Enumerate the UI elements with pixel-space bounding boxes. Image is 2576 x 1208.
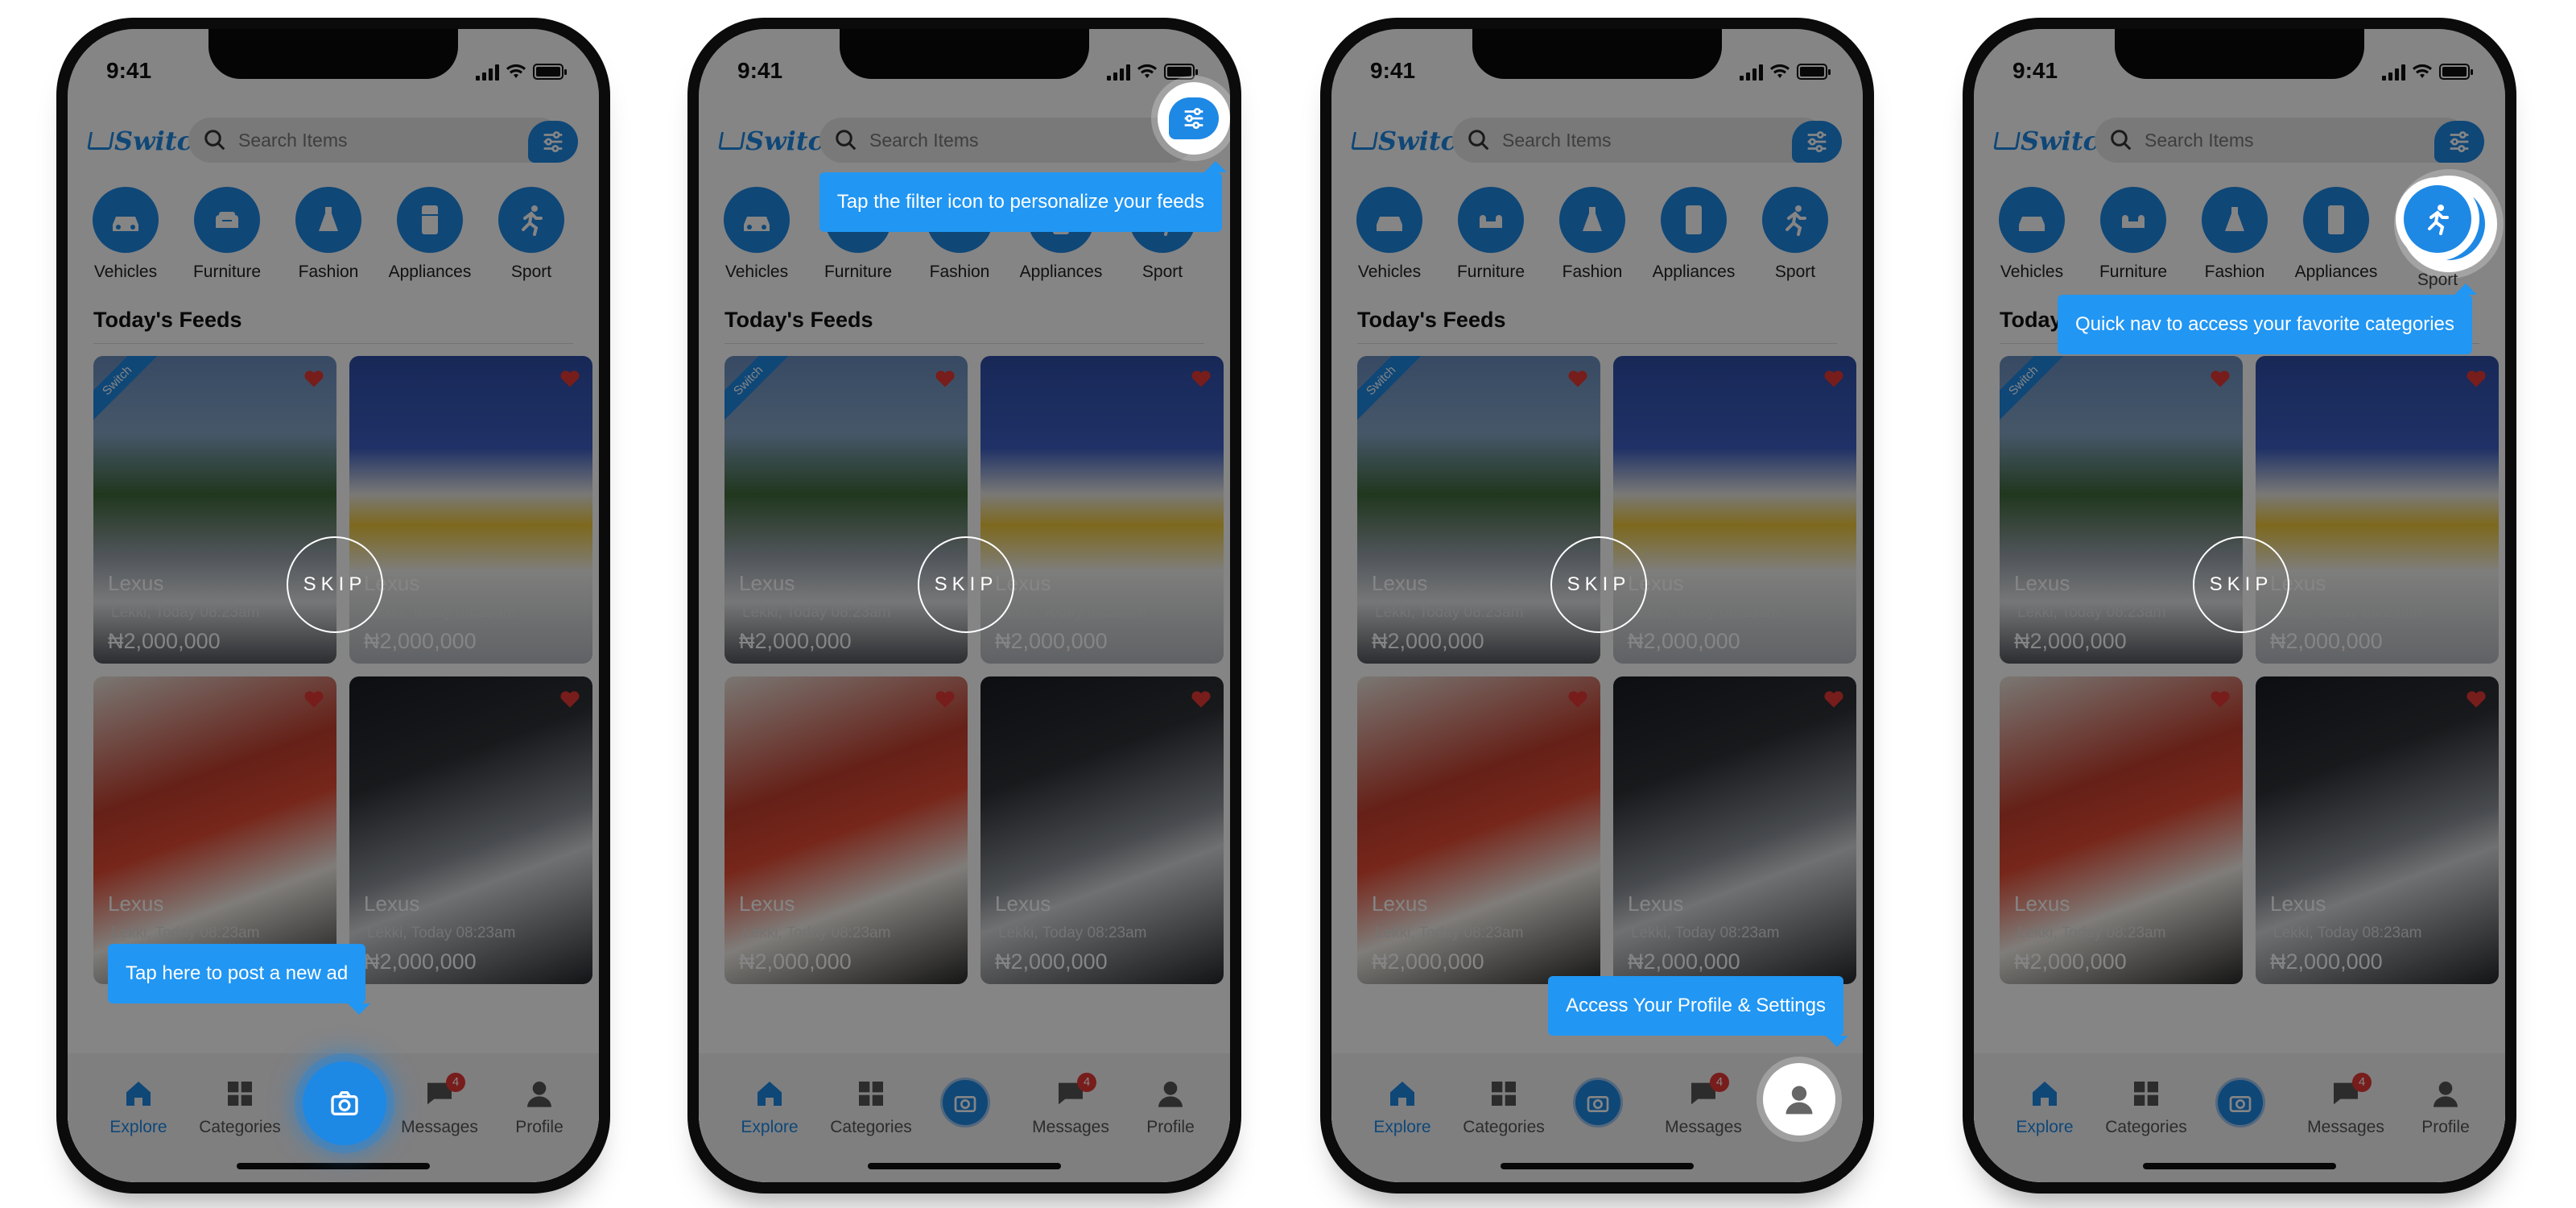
post-ad-button[interactable]: [303, 1061, 386, 1145]
filter-button[interactable]: [1158, 82, 1230, 155]
camera-icon: [331, 1091, 358, 1115]
tooltip-profile: Access Your Profile & Settings: [1548, 976, 1848, 1047]
skip-button[interactable]: SKIP: [1550, 536, 1647, 633]
skip-button[interactable]: SKIP: [2193, 536, 2289, 633]
user-icon: [1785, 1086, 1813, 1115]
tab-profile[interactable]: [1763, 1063, 1835, 1136]
screen: 9:41 Switch Search Items Vehicles Furnit…: [1974, 29, 2505, 1182]
phone-quick-nav: 9:41 Switch Search Items Vehicles Furnit…: [1963, 18, 2516, 1194]
tooltip-filter: Tap the filter icon to personalize your …: [819, 161, 1228, 232]
filter-icon: [1184, 107, 1203, 130]
phone-post-ad: 9:41 Switch Search Items Vehicles Furnit…: [56, 18, 610, 1194]
phone-profile: 9:41 Switch Search Items Vehicles Furnit…: [1320, 18, 1874, 1194]
tooltip-post-ad: Tap here to post a new ad: [108, 944, 371, 1015]
screen: 9:41 Switch Search Items Vehicles Furnit…: [699, 29, 1230, 1182]
category-sport[interactable]: Sport: [2389, 177, 2486, 290]
screen: 9:41 Switch Search Items Vehicles Furnit…: [1331, 29, 1863, 1182]
onboarding-stage: 9:41 Switch Search Items Vehicles Furnit…: [0, 0, 2576, 1208]
skip-button[interactable]: SKIP: [287, 536, 383, 633]
skip-button[interactable]: SKIP: [918, 536, 1014, 633]
tooltip-quick-nav: Quick nav to access your favorite catego…: [2058, 283, 2477, 354]
running-icon: [2428, 205, 2449, 235]
screen: 9:41 Switch Search Items Vehicles Furnit…: [68, 29, 599, 1182]
category-label: Sport: [2417, 271, 2458, 289]
phone-filter: 9:41 Switch Search Items Vehicles Furnit…: [687, 18, 1241, 1194]
